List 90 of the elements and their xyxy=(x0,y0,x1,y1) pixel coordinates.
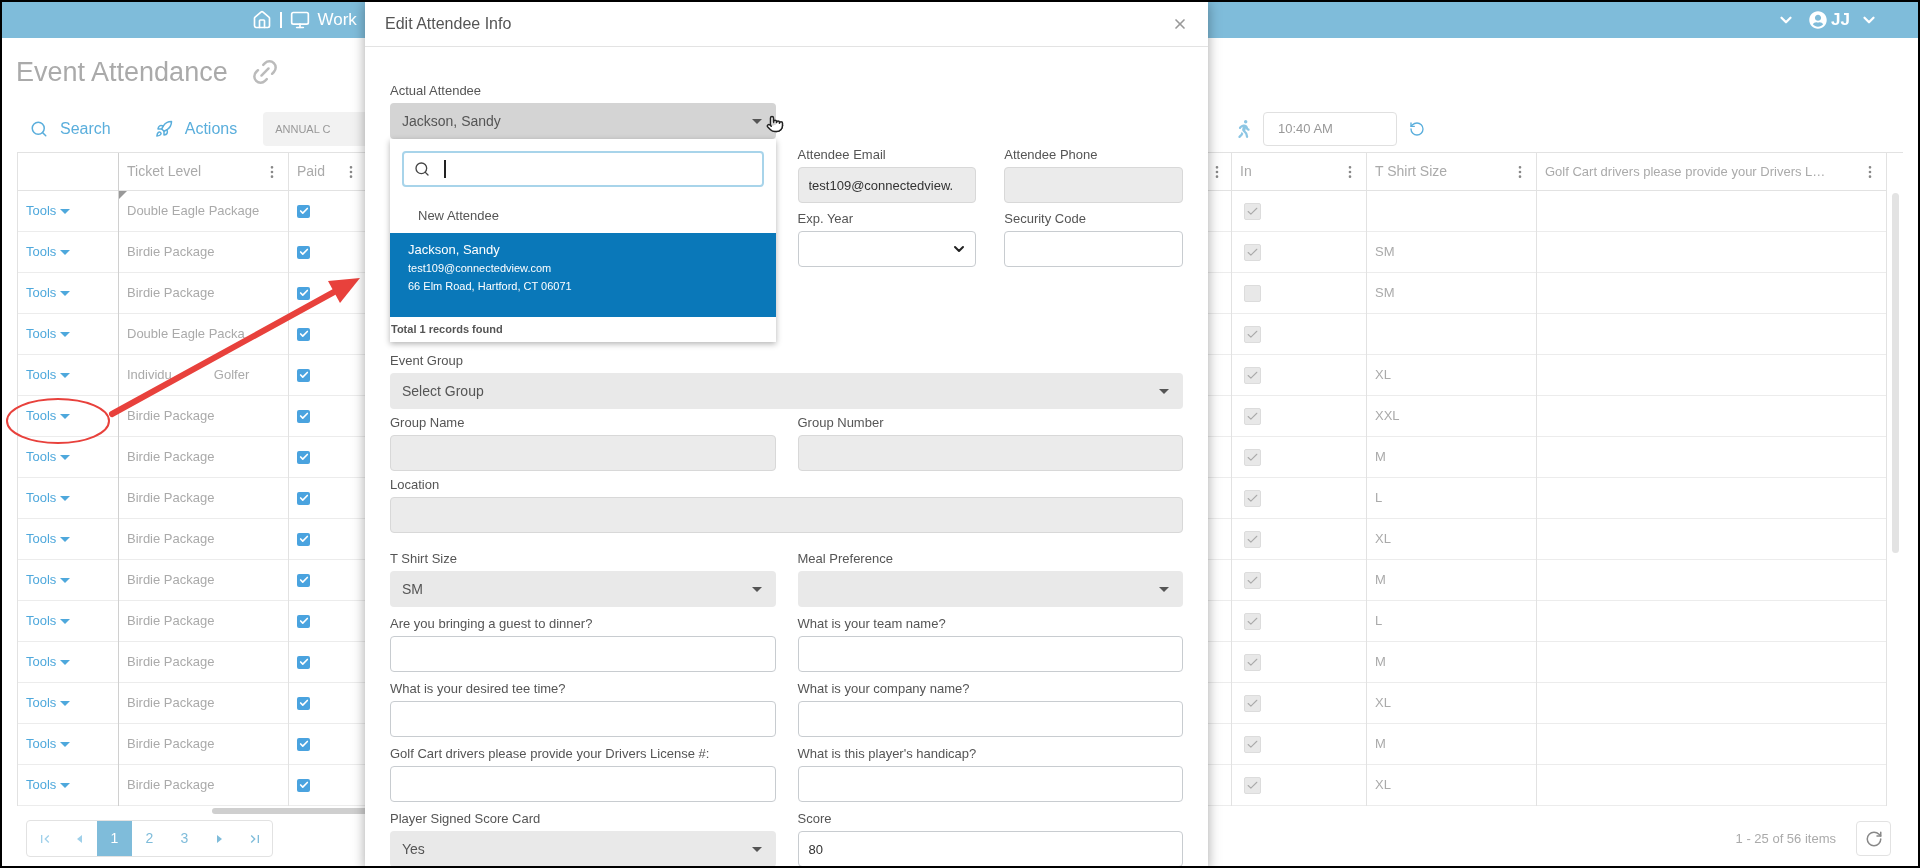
table-cell-text: Double Eagle Packa xyxy=(127,325,245,344)
page-button[interactable]: 3 xyxy=(167,821,202,856)
field-label: What is your desired tee time? xyxy=(390,681,567,697)
tools-dropdown[interactable]: Tools xyxy=(26,365,71,385)
user-initials[interactable]: JJ xyxy=(1831,7,1850,33)
table-cell-text: SM xyxy=(1375,284,1395,303)
items-summary: 1 - 25 of 56 items xyxy=(1735,829,1836,848)
tools-dropdown[interactable]: Tools xyxy=(26,529,71,549)
table-cell-text: XL xyxy=(1375,694,1391,713)
column-header: Ticket Level xyxy=(127,162,202,181)
table-cell-text: XL xyxy=(1375,776,1391,795)
search-button[interactable]: Search xyxy=(30,117,111,141)
tools-dropdown[interactable]: Tools xyxy=(26,201,71,221)
tools-dropdown[interactable]: Tools xyxy=(26,570,71,590)
field-label: Score xyxy=(797,811,833,827)
table-cell-text: L xyxy=(1375,489,1383,508)
page-button[interactable]: 2 xyxy=(132,821,167,856)
table-cell-text: Birdie Package xyxy=(127,776,215,795)
table-cell-text: XXL xyxy=(1375,407,1400,426)
table-cell-text: L xyxy=(1375,612,1383,631)
table-cell-text: SM xyxy=(1375,243,1395,262)
table-cell-text: XL xyxy=(1375,530,1391,549)
tools-dropdown[interactable]: Tools xyxy=(26,611,71,631)
field-label: Meal Preference xyxy=(797,551,894,567)
field-label: What is your company name? xyxy=(797,681,971,697)
table-cell-text: XL xyxy=(1375,366,1391,385)
tools-dropdown[interactable]: Tools xyxy=(26,693,71,713)
tools-dropdown[interactable]: Tools xyxy=(26,652,71,672)
time-field[interactable]: 10:40 AM xyxy=(1263,112,1397,146)
table-cell-text: Birdie Package xyxy=(127,243,215,262)
table-cell-text: M xyxy=(1375,448,1386,467)
tools-dropdown[interactable]: Tools xyxy=(26,447,71,467)
field-label: Group Name xyxy=(390,415,466,431)
table-cell-text: Birdie Package xyxy=(127,571,215,590)
table-cell-text: M xyxy=(1375,571,1386,590)
field-label: Are you bringing a guest to dinner? xyxy=(390,616,594,632)
field-label: Golf Cart drivers please provide your Drivers License #: xyxy=(390,746,711,762)
table-cell-text: M xyxy=(1375,653,1386,672)
field-label: Event Group xyxy=(390,353,464,369)
table-cell-text: M xyxy=(1375,735,1386,754)
table-cell-text: Birdie Package xyxy=(127,407,215,426)
column-header: In xyxy=(1240,162,1252,181)
option-name: Jackson, Sandy xyxy=(408,241,501,259)
field-label: Exp. Year xyxy=(797,211,855,227)
select-field[interactable]: Select Group xyxy=(390,373,1183,409)
page-button[interactable]: 1 xyxy=(97,821,132,856)
actions-button[interactable]: Actions xyxy=(154,117,238,141)
field-label: Group Number xyxy=(797,415,885,431)
table-cell-text: Birdie Package xyxy=(127,530,215,549)
field-label: What is this player's handicap? xyxy=(797,746,978,762)
table-cell-text: Golfer xyxy=(213,366,250,385)
table-cell-text: Birdie Package xyxy=(127,448,215,467)
tools-dropdown[interactable]: Tools xyxy=(26,734,71,754)
field-label: T Shirt Size xyxy=(390,551,458,567)
page-title: Event Attendance xyxy=(16,55,228,89)
table-cell-text: Birdie Package xyxy=(127,284,215,303)
dialog-title: Edit Attendee Info xyxy=(385,14,512,34)
field-label: Attendee Email xyxy=(797,147,887,163)
column-header: T Shirt Size xyxy=(1375,162,1448,181)
nav-link[interactable]: Work xyxy=(317,7,357,33)
tools-dropdown[interactable]: Tools xyxy=(26,406,71,426)
field-label: Player Signed Score Card xyxy=(390,811,542,827)
tools-dropdown[interactable]: Tools xyxy=(26,283,71,303)
field-label: Location xyxy=(390,477,441,493)
records-count: Total 1 records found xyxy=(390,322,504,337)
select-field[interactable]: Yes xyxy=(390,831,776,866)
table-cell-text: Birdie Package xyxy=(127,612,215,631)
column-header: Paid xyxy=(297,162,326,181)
text-field[interactable]: 80 xyxy=(797,831,1183,866)
option-email: test109@connectedview.com xyxy=(408,261,553,276)
attendee-select[interactable]: Jackson, Sandy xyxy=(390,103,776,139)
tools-dropdown[interactable]: Tools xyxy=(26,775,71,795)
table-cell-text: Birdie Package xyxy=(127,653,215,672)
table-cell-text: Double Eagle Package xyxy=(127,202,260,221)
tools-dropdown[interactable]: Tools xyxy=(26,488,71,508)
tools-dropdown[interactable]: Tools xyxy=(26,324,71,344)
field-label: Actual Attendee xyxy=(390,83,483,99)
field-label: Attendee Phone xyxy=(1004,147,1099,163)
field-label: Security Code xyxy=(1004,211,1087,227)
column-header: Golf Cart drivers please provide your Drivers L… xyxy=(1545,162,1826,181)
dropdown-option[interactable]: New Attendee xyxy=(390,199,776,233)
option-address: 66 Elm Road, Hartford, CT 06071 xyxy=(408,279,573,294)
dropdown-option[interactable]: Jackson, Sandy test109@connectedview.com 66 Elm Road, Hartford, CT 06071 xyxy=(390,233,776,317)
select-field[interactable]: SM xyxy=(390,571,776,607)
field-label: What is your team name? xyxy=(797,616,947,632)
tools-dropdown[interactable]: Tools xyxy=(26,242,71,262)
table-cell-text: Individu xyxy=(127,366,172,385)
table-cell-text: Birdie Package xyxy=(127,735,215,754)
table-cell-text: Birdie Package xyxy=(127,694,215,713)
table-cell-text: Birdie Package xyxy=(127,489,215,508)
